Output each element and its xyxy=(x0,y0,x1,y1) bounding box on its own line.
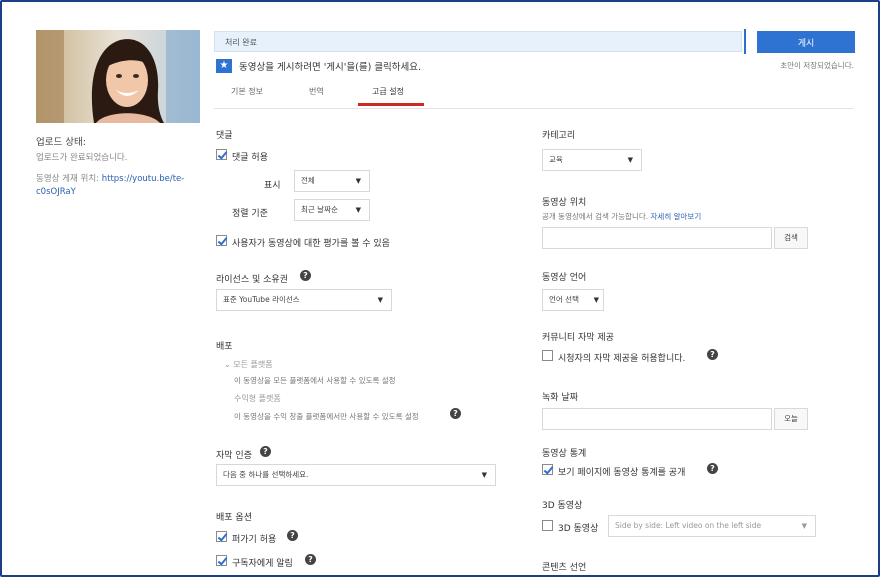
video-language-select[interactable]: 언어 선택 ▼ xyxy=(542,289,604,311)
help-icon[interactable]: ? xyxy=(305,554,316,565)
publish-instruction: 동영상을 게시하려면 '게시'을(를) 클릭하세요. xyxy=(239,62,422,73)
video-3d-select[interactable]: Side by side: Left video on the left sid… xyxy=(608,515,816,537)
help-icon[interactable]: ? xyxy=(260,446,271,457)
video-thumbnail xyxy=(36,30,200,123)
publish-button[interactable]: 게시 xyxy=(757,31,855,53)
video-3d-select-value: Side by side: Left video on the left sid… xyxy=(615,521,762,530)
video-language-heading: 동영상 언어 xyxy=(542,273,587,283)
category-select[interactable]: 교육 ▼ xyxy=(542,149,642,171)
dropdown-arrow-icon: ▼ xyxy=(481,471,487,479)
upload-status-panel: 업로드 상태: 업로드가 완료되었습니다. 동영상 게재 위치: https:/… xyxy=(36,136,196,199)
dropdown-arrow-icon: ▼ xyxy=(355,206,361,214)
dropdown-arrow-icon: ▼ xyxy=(627,156,633,164)
divider xyxy=(744,29,746,54)
tab-translations[interactable]: 번역 xyxy=(309,86,324,97)
comments-heading: 댓글 xyxy=(216,131,233,141)
video-stats-checkbox[interactable] xyxy=(542,464,553,475)
video-location-input[interactable] xyxy=(542,227,772,249)
dist-all-platforms-option[interactable]: ⌄ 모든 플랫폼 xyxy=(224,359,273,370)
draft-saved-text: 초안이 저장되었습니다. xyxy=(780,61,854,70)
caption-cert-heading: 자막 인증 xyxy=(216,451,252,461)
tab-divider xyxy=(214,108,854,109)
video-stats-label: 보기 페이지에 동영상 통계를 공개 xyxy=(558,468,686,478)
show-label: 표시 xyxy=(264,181,281,191)
show-select-value: 전체 xyxy=(301,176,315,185)
location-search-button[interactable]: 검색 xyxy=(774,227,808,249)
learn-more-link[interactable]: 자세히 알아보기 xyxy=(651,212,702,221)
dist-monetized-description: 이 동영상을 수익 창출 플랫폼에서만 사용할 수 있도록 설정 xyxy=(234,412,419,421)
help-icon[interactable]: ? xyxy=(450,408,461,419)
caption-cert-select-value: 다음 중 하나를 선택하세요. xyxy=(223,470,309,479)
caption-cert-select[interactable]: 다음 중 하나를 선택하세요. ▼ xyxy=(216,464,496,486)
category-select-value: 교육 xyxy=(549,155,563,164)
show-ratings-label: 사용자가 동영상에 대한 평가를 볼 수 있음 xyxy=(232,239,390,249)
tab-advanced-settings[interactable]: 고급 설정 xyxy=(372,86,404,97)
sort-label: 정렬 기준 xyxy=(232,209,268,219)
upload-status-value: 업로드가 완료되었습니다. xyxy=(36,153,128,163)
today-button[interactable]: 오늘 xyxy=(774,408,808,430)
video-location-description: 공개 동영상에서 검색 가능합니다. 자세히 알아보기 xyxy=(542,211,701,222)
allow-comments-label: 댓글 허용 xyxy=(232,153,268,163)
help-icon[interactable]: ? xyxy=(287,530,298,541)
recording-date-heading: 녹화 날짜 xyxy=(542,393,578,403)
help-icon[interactable]: ? xyxy=(707,349,718,360)
video-3d-label: 3D 동영상 xyxy=(558,524,599,534)
allow-comments-checkbox[interactable] xyxy=(216,149,227,160)
active-tab-indicator xyxy=(358,103,424,106)
license-select-value: 표준 YouTube 라이선스 xyxy=(223,295,300,304)
help-icon[interactable]: ? xyxy=(300,270,311,281)
video-stats-heading: 동영상 통계 xyxy=(542,449,587,459)
allow-embedding-label: 퍼가기 허용 xyxy=(232,535,277,545)
sort-select-value: 최근 날짜순 xyxy=(301,205,338,214)
processing-status-text: 처리 완료 xyxy=(225,38,257,47)
dropdown-arrow-icon: ▼ xyxy=(593,296,599,304)
video-3d-checkbox[interactable] xyxy=(542,520,553,531)
dropdown-arrow-icon: ▼ xyxy=(377,296,383,304)
dropdown-arrow-icon: ▼ xyxy=(801,522,807,530)
community-captions-label: 시청자의 자막 제공을 허용합니다. xyxy=(558,354,686,364)
dist-monetized-option[interactable]: 수익형 플랫폼 xyxy=(234,393,281,404)
video-language-select-value: 언어 선택 xyxy=(549,295,579,304)
broadcast-options-heading: 배포 옵션 xyxy=(216,513,252,523)
notify-subscribers-checkbox[interactable] xyxy=(216,555,227,566)
show-select[interactable]: 전체 ▼ xyxy=(294,170,370,192)
show-ratings-checkbox[interactable] xyxy=(216,235,227,246)
community-captions-heading: 커뮤니티 자막 제공 xyxy=(542,333,614,343)
star-icon: ★ xyxy=(216,59,232,73)
dist-all-label: 모든 플랫폼 xyxy=(233,360,273,369)
processing-status-bar: 처리 완료 xyxy=(214,31,742,52)
help-icon[interactable]: ? xyxy=(707,463,718,474)
dist-all-description: 이 동영상을 모든 플랫폼에서 사용할 수 있도록 설정 xyxy=(234,376,396,385)
license-heading: 라이선스 및 소유권 xyxy=(216,275,288,285)
allow-embedding-checkbox[interactable] xyxy=(216,531,227,542)
recording-date-input[interactable] xyxy=(542,408,772,430)
license-select[interactable]: 표준 YouTube 라이선스 ▼ xyxy=(216,289,392,311)
distribution-heading: 배포 xyxy=(216,342,233,352)
community-captions-checkbox[interactable] xyxy=(542,350,553,361)
category-heading: 카테고리 xyxy=(542,131,576,141)
upload-status-label: 업로드 상태: xyxy=(36,137,86,148)
sort-select[interactable]: 최근 날짜순 ▼ xyxy=(294,199,370,221)
upload-settings-window: 업로드 상태: 업로드가 완료되었습니다. 동영상 게재 위치: https:/… xyxy=(0,0,880,577)
video-location-heading: 동영상 위치 xyxy=(542,198,587,208)
notify-subscribers-label: 구독자에게 알림 xyxy=(232,559,293,569)
video-3d-heading: 3D 동영상 xyxy=(542,501,583,511)
content-declaration-heading: 콘텐츠 선언 xyxy=(542,563,587,573)
video-link-label: 동영상 게재 위치: xyxy=(36,174,100,184)
dropdown-arrow-icon: ▼ xyxy=(355,177,361,185)
video-location-desc-text: 공개 동영상에서 검색 가능합니다. xyxy=(542,212,649,221)
tab-basic-info[interactable]: 기본 정보 xyxy=(231,86,263,97)
